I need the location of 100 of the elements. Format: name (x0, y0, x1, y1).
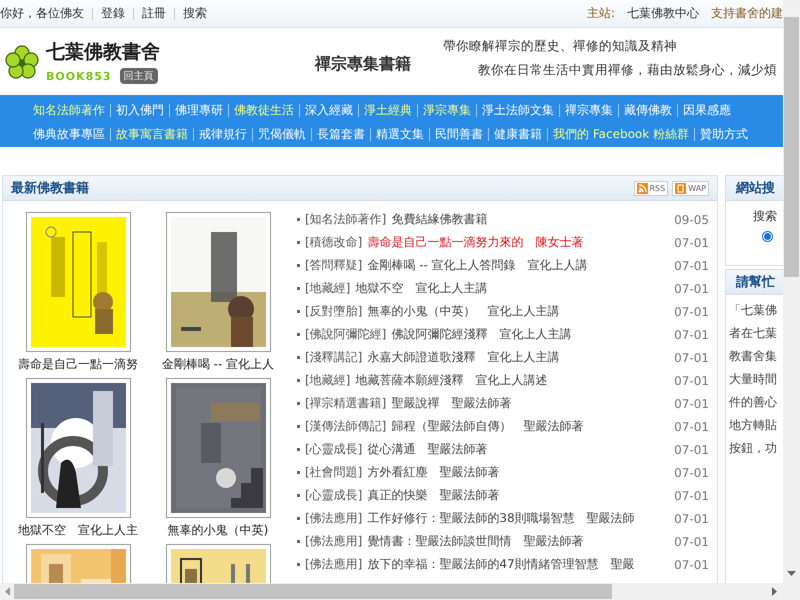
bullet-icon (297, 379, 300, 382)
home-button[interactable]: 回主頁 (120, 68, 158, 84)
paragraph-line: 地方轉貼 (729, 417, 778, 434)
book-caption[interactable]: 地獄不空 宣化上人主 (18, 522, 138, 538)
site-code: BOOK853 (46, 70, 112, 82)
right-arrow-icon[interactable] (772, 587, 778, 596)
nav-link[interactable]: 精選文集 (370, 128, 429, 140)
category-link[interactable]: [佛法應用] (305, 556, 362, 573)
bullet-icon (297, 448, 300, 451)
category-link[interactable]: [淺釋講記] (305, 349, 362, 366)
category-link[interactable]: [佛法應用] (305, 510, 362, 527)
bullet-icon (297, 287, 300, 290)
date-text: 07-01 (674, 328, 709, 342)
bullet-icon (297, 540, 300, 543)
book-title-link[interactable]: 放下的幸福：聖嚴法師的47則情緒管理智慧 聖嚴 (367, 556, 666, 573)
book-title-link[interactable]: 聖嚴說禪 聖嚴法師著 (391, 395, 666, 412)
scrollbar-thumb[interactable] (14, 584, 612, 599)
bullet-icon (297, 310, 300, 313)
book-title-link[interactable]: 覺情書：聖嚴法師談世間情 聖嚴法師著 (367, 533, 666, 550)
date-text: 07-01 (674, 512, 709, 526)
nav-link[interactable]: 長篇套書 (311, 128, 370, 140)
wap-button[interactable]: WAP (672, 180, 709, 196)
book-title-link[interactable]: 金剛棒喝 -- 宣化上人答問錄 宣化上人講 (367, 257, 666, 274)
book-title-link[interactable]: 歸程（聖嚴法師自傳） 聖嚴法師著 (391, 418, 666, 435)
nav-link[interactable]: 健康書籍 (488, 128, 547, 140)
nav-link[interactable]: 藏傳佛教 (618, 104, 677, 116)
book-title-link[interactable]: 永嘉大師證道歌淺釋 宣化上人主講 (367, 349, 666, 366)
support-link[interactable]: 支持書舍的建 (711, 5, 783, 22)
book-title-link[interactable]: 工作好修行：聖嚴法師的38則職場智慧 聖嚴法師 (367, 510, 666, 527)
radio-button[interactable] (762, 231, 773, 242)
date-text: 07-01 (674, 396, 709, 410)
bullet-icon (297, 471, 300, 474)
category-link[interactable]: [漢傳法師傳記] (305, 418, 386, 435)
main-site-label: 主站: (586, 5, 615, 22)
category-link[interactable]: [知名法師著作] (305, 211, 386, 228)
top-link[interactable]: 註冊 (142, 5, 166, 22)
category-link[interactable]: [禪宗精選書籍] (305, 395, 386, 412)
tagline: 教你在日常生活中實用禪修，藉由放鬆身心，減少煩 (478, 62, 777, 79)
date-text: 07-01 (674, 236, 709, 250)
book-title-link[interactable]: 免費結緣佛教書籍 (391, 211, 666, 228)
date-text: 07-01 (674, 420, 709, 434)
book-title-link[interactable]: 壽命是自己一點一滴努力來的 陳女士著 (367, 234, 666, 251)
date-text: 09-05 (674, 212, 709, 226)
paragraph-line: 教書舍集 (729, 348, 778, 365)
nav-link[interactable]: 深入經藏 (299, 104, 358, 116)
book-title-link[interactable]: 佛說阿彌陀經淺釋 宣化上人主講 (391, 326, 666, 343)
nav-link[interactable]: 咒偈儀軌 (252, 128, 311, 140)
top-link[interactable]: 搜索 (183, 5, 207, 22)
book-caption[interactable]: 壽命是自己一點一滴努 (18, 356, 138, 372)
book-title-link[interactable]: 地藏菩薩本願經淺釋 宣化上人講述 (355, 372, 666, 389)
scrollbar-thumb[interactable] (784, 17, 799, 277)
top-link[interactable]: 登錄 (101, 5, 125, 22)
paragraph-line: 「七葉佛 (729, 302, 778, 319)
bullet-icon (297, 333, 300, 336)
book-title-link[interactable]: 真正的快樂 聖嚴法師著 (367, 487, 666, 504)
date-text: 07-01 (674, 488, 709, 502)
category-link[interactable]: [答問釋疑] (305, 257, 362, 274)
paragraph-line: 大量時間 (729, 371, 778, 388)
bullet-icon (297, 264, 300, 267)
nav-link[interactable]: 佛理專研 (169, 104, 228, 116)
book-title-link[interactable]: 地獄不空 宣化上人主講 (355, 280, 666, 297)
date-text: 07-01 (674, 304, 709, 318)
clover-logo-icon (5, 44, 39, 78)
book-title-link[interactable]: 無辜的小鬼（中英） 宣化上人主講 (367, 303, 666, 320)
date-text: 07-01 (674, 350, 709, 364)
date-text: 07-01 (674, 442, 709, 456)
category-link[interactable]: [反對墮胎] (305, 303, 362, 320)
main-site-link[interactable]: 七葉佛教中心 (627, 5, 699, 22)
date-text: 07-01 (674, 282, 709, 296)
nav-link[interactable]: 贊助方式 (694, 128, 754, 140)
nav-link[interactable]: 佛典故事專區 (33, 128, 110, 140)
book-title-link[interactable]: 方外看紅塵 聖嚴法師著 (367, 464, 666, 481)
rss-button[interactable]: RSS (634, 180, 668, 196)
category-link[interactable]: [積德改命] (305, 234, 362, 251)
nav-link[interactable]: 因果感應 (677, 104, 736, 116)
category-link[interactable]: [社會問題] (305, 464, 362, 481)
bullet-icon (297, 402, 300, 405)
category-link[interactable]: [佛法應用] (305, 533, 362, 550)
panel-title: 請幫忙 (736, 274, 775, 291)
bullet-icon (297, 425, 300, 428)
bullet-icon (297, 517, 300, 520)
nav-link[interactable]: 戒律規行 (193, 128, 252, 140)
site-name: 七葉佛教書舍 (46, 40, 160, 65)
nav-link[interactable]: 初入佛門 (110, 104, 169, 116)
book-title-link[interactable]: 從心溝通 聖嚴法師著 (367, 441, 666, 458)
category-link[interactable]: [心靈成長] (305, 487, 362, 504)
category-link[interactable]: [心靈成長] (305, 441, 362, 458)
bullet-icon (297, 563, 300, 566)
book-caption[interactable]: 無辜的小鬼（中英) (168, 522, 268, 538)
nav-link[interactable]: 淨土法師文集 (476, 104, 559, 116)
down-arrow-icon[interactable] (787, 571, 796, 577)
category-link[interactable]: [地藏經] (305, 280, 350, 297)
paragraph-line: 按鈕，功 (729, 440, 778, 457)
category-link[interactable]: [地藏經] (305, 372, 350, 389)
date-text: 07-01 (674, 466, 709, 480)
date-text: 07-01 (674, 374, 709, 388)
nav-link[interactable]: 禪宗專集 (559, 104, 618, 116)
category-link[interactable]: [佛說阿彌陀經] (305, 326, 386, 343)
book-caption[interactable]: 金剛棒喝 -- 宣化上人 (162, 356, 274, 372)
nav-link[interactable]: 民間善書 (429, 128, 488, 140)
